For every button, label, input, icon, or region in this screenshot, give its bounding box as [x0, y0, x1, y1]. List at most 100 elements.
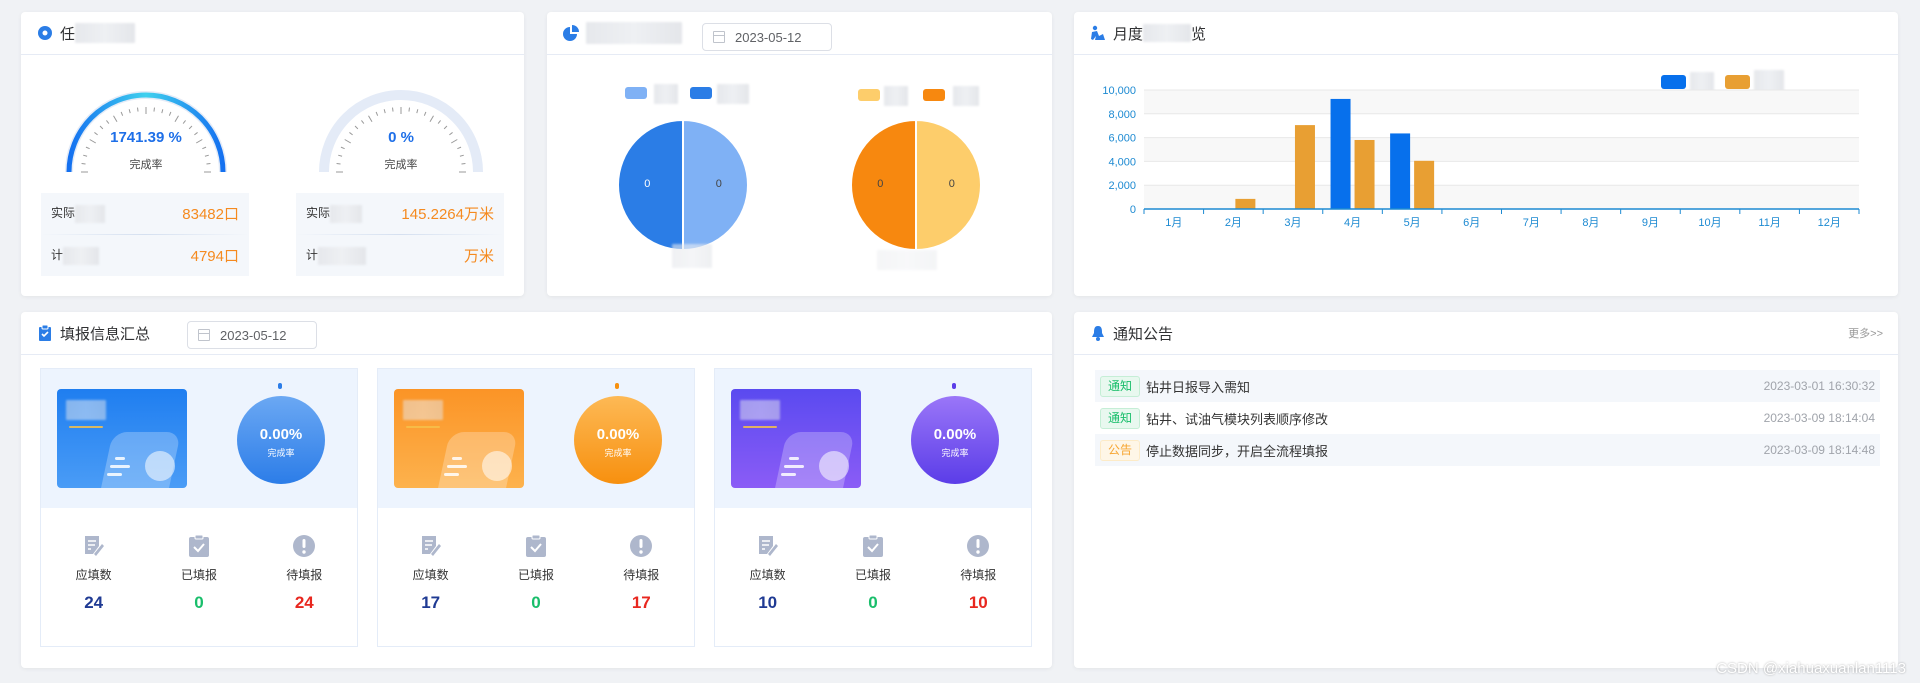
stat-label: 待填报 [960, 568, 997, 582]
actual-label: 实际 [306, 206, 331, 221]
gauge-tick [361, 120, 365, 124]
stat-label: 应填数 [749, 568, 786, 582]
notice-tag: 通知 [1100, 407, 1141, 429]
fill-summary-header: 填报信息汇总 [21, 312, 1052, 355]
pie-slice[interactable] [850, 118, 917, 252]
stat-2: 待填报 10 [933, 534, 1023, 613]
gauge-tick [113, 115, 118, 123]
pie-charts [617, 118, 982, 252]
gauge-tick [128, 109, 131, 114]
clipboard-check-icon [154, 534, 244, 558]
notice-item[interactable]: 公告 停止数据同步，开启全流程填报 2023-03-09 18:14:48 [1095, 434, 1880, 466]
pie-slice-label: 0 [644, 178, 651, 190]
y-tick-label: 6,000 [1108, 133, 1136, 145]
bell-icon [1090, 325, 1106, 341]
legend-swatch[interactable] [625, 87, 647, 99]
y-tick-label: 4,000 [1108, 156, 1136, 168]
legend-swatch[interactable] [923, 89, 945, 101]
notice-text[interactable]: 钻井、试油气模块列表顺序修改 [1146, 409, 1328, 428]
stat-label: 应填数 [75, 568, 112, 582]
stat-value: 10 [758, 593, 778, 612]
exclamation-circle-icon [259, 534, 349, 558]
edit-document-icon [49, 534, 139, 558]
x-tick-label: 10月 [1698, 217, 1721, 229]
bar-2[interactable] [1294, 125, 1315, 209]
stat-0: 应填数 17 [386, 534, 476, 613]
fill-summary-card: 填报信息汇总 2023-05-12 0.00% 完成率 应填数 24 已填报 0 待填报… [21, 312, 1052, 668]
bar-2[interactable] [1235, 198, 1256, 209]
legend-swatch[interactable] [690, 87, 712, 99]
legend-swatch[interactable] [858, 89, 880, 101]
stat-2: 待填报 24 [259, 534, 349, 613]
stat-label: 已填报 [517, 568, 554, 582]
grid-band [1144, 161, 1859, 186]
gauge-label: 完成率 [384, 159, 418, 171]
x-tick-label: 12月 [1818, 217, 1841, 229]
category-illustration [731, 389, 861, 488]
gauge-tick [174, 115, 179, 123]
clipboard-check-icon [828, 534, 918, 558]
bar-2[interactable] [1354, 139, 1375, 209]
stat-1: 已填报 0 [154, 534, 244, 613]
calendar-icon [198, 329, 210, 341]
x-tick-label: 7月 [1523, 217, 1540, 229]
pie-date-value: 2023-05-12 [735, 29, 802, 45]
gauge-tick [408, 107, 410, 112]
stat-0: 应填数 10 [723, 534, 813, 613]
notice-item[interactable]: 通知 钻井、试油气模块列表顺序修改 2023-03-09 18:14:04 [1095, 402, 1880, 434]
plan-label: 计 [306, 248, 319, 263]
actual-label: 实际 [51, 206, 76, 221]
y-tick-label: 8,000 [1108, 109, 1136, 121]
exclamation-circle-icon [933, 534, 1023, 558]
gauge-tick [168, 111, 172, 116]
bar-1[interactable] [1390, 133, 1411, 209]
pie-chart-icon [563, 25, 579, 41]
x-tick-label: 2月 [1225, 217, 1242, 229]
gauge-tick [429, 115, 434, 123]
x-tick-label: 9月 [1642, 217, 1659, 229]
fill-summary-title: 填报信息汇总 [60, 325, 151, 343]
grid-band [1144, 113, 1859, 138]
x-tick-label: 4月 [1344, 217, 1361, 229]
notice-tag: 通知 [1100, 375, 1141, 397]
y-tick-label: 10,000 [1102, 85, 1136, 97]
notice-item[interactable]: 通知 钻井日报导入需知 2023-03-01 16:30:32 [1095, 370, 1880, 402]
actual-value: 83482口 [182, 206, 239, 223]
plan-value: 万米 [463, 248, 494, 265]
progress-card-header: 任 [21, 12, 524, 55]
fill-date-picker[interactable]: 2023-05-12 [187, 321, 317, 349]
completion-circle: 0.00% 完成率 [911, 396, 999, 484]
completion-label: 完成率 [941, 448, 969, 458]
gauge-tick [106, 120, 110, 124]
bar-2[interactable] [1414, 160, 1435, 209]
notice-time: 2023-03-01 16:30:32 [1763, 379, 1875, 393]
notice-text[interactable]: 停止数据同步，开启全流程填报 [1146, 441, 1328, 460]
edit-document-icon [386, 534, 476, 558]
gauge-tick [437, 120, 441, 124]
pie-slice-label: 0 [715, 178, 722, 190]
more-link[interactable]: 更多>> [1848, 325, 1883, 341]
plan-label: 计 [51, 248, 64, 263]
stat-0: 应填数 24 [49, 534, 139, 613]
stat-label: 待填报 [286, 568, 323, 582]
actual-value: 145.2264万米 [401, 206, 494, 223]
progress-card-title: 任 [60, 25, 76, 43]
gauge-label: 完成率 [129, 159, 163, 171]
clipboard-check-icon [37, 325, 53, 341]
stat-value: 17 [421, 593, 441, 612]
pie-slice[interactable] [617, 118, 684, 252]
notice-text[interactable]: 钻井日报导入需知 [1146, 377, 1250, 396]
fill-panel-orange: 0.00% 完成率 应填数 17 已填报 0 待填报 17 [377, 368, 695, 647]
bar-1[interactable] [1330, 98, 1351, 209]
gauge-tick [340, 146, 345, 150]
pie-slice-label: 0 [877, 178, 884, 190]
x-tick-label: 3月 [1284, 217, 1301, 229]
pie-date-picker[interactable]: 2023-05-12 [702, 23, 832, 51]
fill-panel-blue: 0.00% 完成率 应填数 24 已填报 0 待填报 24 [40, 368, 358, 647]
category-illustration [394, 389, 524, 488]
y-tick-label: 2,000 [1108, 180, 1136, 192]
monthly-bar-chart: 0 2,000 4,000 6,000 8,000 10,000 1月 2月 3月 4月 5月 6月 7… [1102, 85, 1860, 229]
notice-title: 通知公告 [1113, 325, 1174, 343]
stat-2: 待填报 17 [596, 534, 686, 613]
stat-1: 已填报 0 [828, 534, 918, 613]
